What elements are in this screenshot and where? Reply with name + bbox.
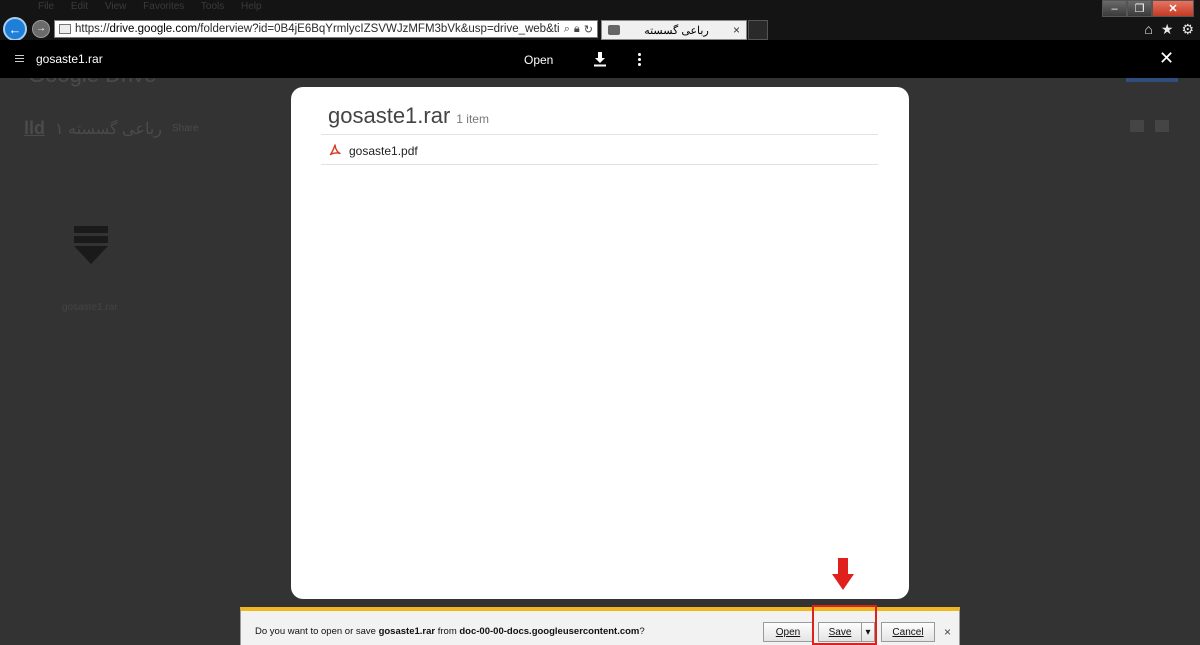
- window-close-button[interactable]: ✕: [1152, 0, 1194, 17]
- minimize-button[interactable]: –: [1102, 0, 1127, 17]
- background-file-label: gosaste1.rar: [62, 302, 118, 313]
- back-button[interactable]: ←: [3, 17, 27, 41]
- more-options-icon[interactable]: [634, 51, 644, 67]
- list-item[interactable]: gosaste1.pdf: [321, 136, 878, 165]
- new-tab-button[interactable]: [748, 20, 768, 40]
- browser-chrome: File Edit View Favorites Tools Help ← → …: [0, 0, 1200, 41]
- tab-close-icon[interactable]: ×: [733, 23, 740, 37]
- tab-title: رباعی گسسته: [644, 24, 709, 37]
- favorites-star-icon[interactable]: ★: [1161, 21, 1174, 38]
- item-count: 1 item: [456, 112, 489, 126]
- refresh-icon[interactable]: ↻: [584, 23, 593, 36]
- download-cancel-button[interactable]: Cancel: [881, 622, 935, 642]
- download-save-button[interactable]: Save: [818, 622, 862, 642]
- forward-arrow-icon: →: [36, 23, 46, 34]
- breadcrumb: lld رباعی گسسته ۱ Share: [24, 118, 199, 138]
- archive-item-name: gosaste1.pdf: [349, 143, 418, 158]
- home-icon[interactable]: ⌂: [1144, 21, 1152, 38]
- open-button[interactable]: Open: [518, 51, 559, 69]
- drive-favicon-icon: [608, 25, 620, 35]
- viewer-close-icon[interactable]: ✕: [1159, 49, 1174, 67]
- save-dropdown-button[interactable]: ▾: [861, 622, 875, 642]
- page-icon: [59, 24, 71, 34]
- viewer-file-name: gosaste1.rar: [36, 52, 103, 66]
- menu-bar: File Edit View Favorites Tools Help: [38, 1, 262, 12]
- download-open-button[interactable]: Open: [763, 622, 813, 642]
- maximize-button[interactable]: ❐: [1127, 0, 1152, 17]
- viewer-toolbar: gosaste1.rar Open ✕: [0, 40, 1200, 78]
- archive-title: gosaste1.rar 1 item: [328, 103, 489, 128]
- url-text: https://drive.google.com/folderview?id=0…: [75, 23, 560, 35]
- annotation-arrow-icon: [832, 558, 854, 590]
- divider: [321, 134, 878, 135]
- file-menu-icon[interactable]: [15, 52, 24, 64]
- search-icon[interactable]: ⌕: [564, 23, 570, 36]
- settings-gear-icon[interactable]: ⚙: [1181, 21, 1194, 38]
- archive-file-icon: [72, 226, 110, 276]
- archive-preview-dialog: gosaste1.rar 1 item gosaste1.pdf: [291, 87, 909, 599]
- forward-button[interactable]: →: [32, 20, 50, 38]
- browser-tab[interactable]: رباعی گسسته ×: [601, 20, 747, 40]
- lock-icon[interactable]: 🔒︎: [574, 23, 580, 36]
- divider: [321, 164, 878, 165]
- address-bar[interactable]: https://drive.google.com/folderview?id=0…: [54, 20, 598, 38]
- download-notification-bar: Do you want to open or save gosaste1.rar…: [240, 607, 960, 645]
- back-arrow-icon: ←: [8, 21, 22, 37]
- grid-view-icon: [1155, 120, 1169, 132]
- download-icon[interactable]: [593, 51, 607, 67]
- list-view-icon: [1130, 120, 1144, 132]
- download-bar-close-icon[interactable]: ×: [944, 625, 951, 639]
- pdf-icon: [329, 144, 341, 156]
- download-message: Do you want to open or save gosaste1.rar…: [255, 626, 645, 637]
